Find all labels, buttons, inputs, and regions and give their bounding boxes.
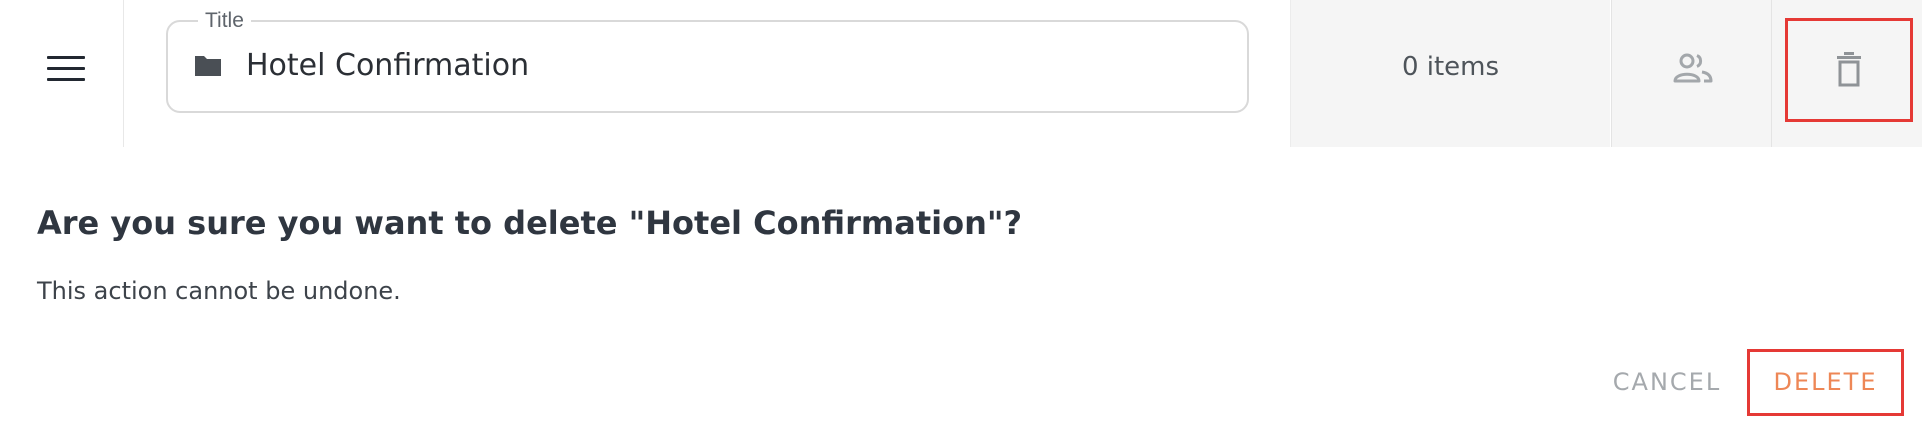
cancel-button[interactable]: CANCEL	[1598, 360, 1736, 404]
menu-cell	[0, 0, 124, 147]
delete-cell	[1771, 0, 1922, 147]
dialog-message: This action cannot be undone.	[37, 277, 401, 305]
item-count-cell: 0 items	[1290, 0, 1610, 147]
title-field[interactable]: Title Hotel Confirmation	[166, 8, 1249, 113]
people-icon	[1673, 53, 1713, 83]
toolbar: Title Hotel Confirmation 0 items	[0, 0, 1922, 147]
hamburger-menu-icon[interactable]	[47, 56, 85, 82]
folder-icon	[195, 56, 221, 76]
item-count: 0 items	[1401, 52, 1500, 82]
share-button[interactable]	[1611, 0, 1771, 147]
trash-icon	[1837, 52, 1861, 87]
title-input-value[interactable]: Hotel Confirmation	[246, 46, 529, 86]
dialog-title: Are you sure you want to delete "Hotel C…	[37, 204, 1023, 242]
title-field-label: Title	[198, 8, 251, 34]
delete-button[interactable]: DELETE	[1747, 349, 1904, 416]
delete-icon-button[interactable]	[1785, 18, 1913, 122]
